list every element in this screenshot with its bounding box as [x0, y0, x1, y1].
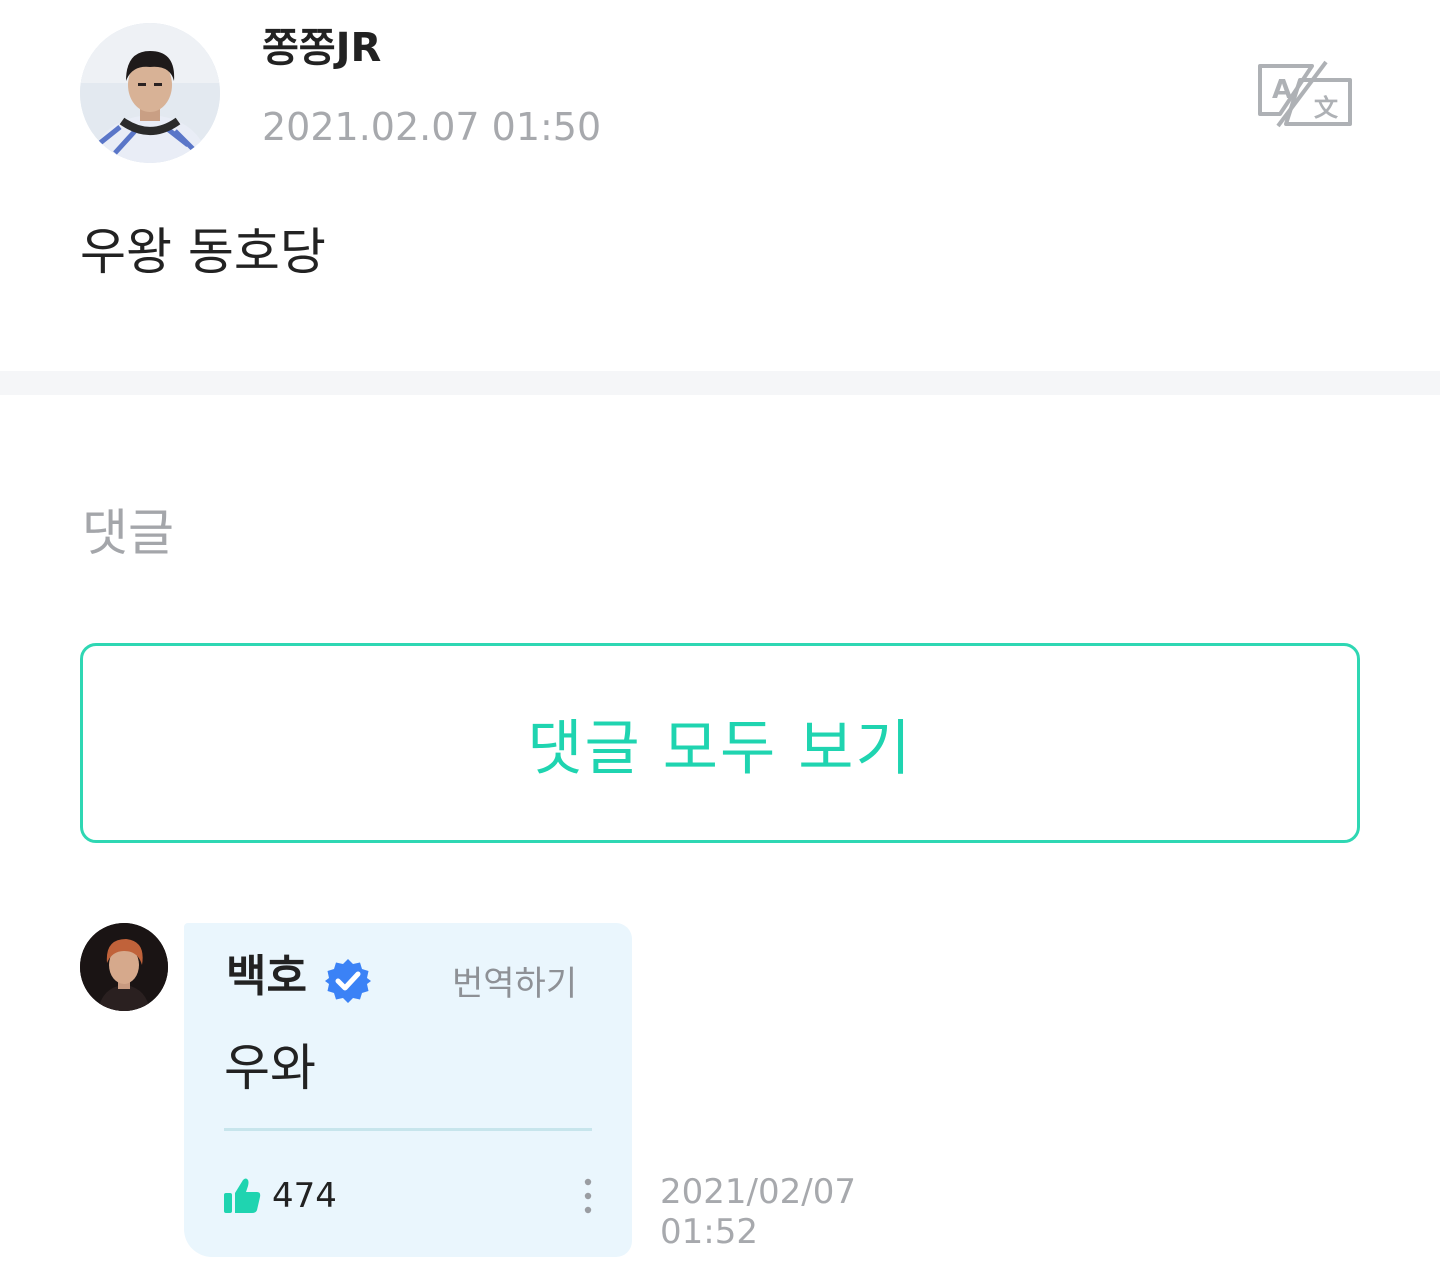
comment-time: 01:52	[660, 1212, 758, 1252]
comment-divider	[224, 1128, 592, 1131]
comment-text: 우와	[224, 1039, 316, 1097]
translate-icon[interactable]: A 文	[1256, 60, 1354, 128]
verified-badge-icon	[325, 959, 371, 1003]
post-body-text: 우왕 동호당	[80, 223, 326, 281]
view-all-comments-button[interactable]: 댓글 모두 보기	[80, 643, 1360, 843]
svg-text:A: A	[1272, 75, 1292, 105]
post-author-name[interactable]: 쫑쫑JR	[262, 24, 381, 72]
commenter-avatar[interactable]	[80, 923, 168, 1011]
post-timestamp: 2021.02.07 01:50	[262, 105, 602, 149]
view-all-comments-label: 댓글 모두 보기	[527, 713, 913, 784]
like-count: 474	[272, 1176, 337, 1216]
thumbs-up-icon[interactable]	[222, 1176, 262, 1216]
more-options-icon[interactable]	[576, 1176, 600, 1216]
commenter-name[interactable]: 백호	[226, 950, 307, 1004]
comments-heading: 댓글	[82, 504, 174, 562]
section-divider	[0, 371, 1440, 395]
post-author-avatar[interactable]	[80, 23, 220, 163]
avatar-photo	[80, 23, 220, 163]
comment-date: 2021/02/07	[660, 1172, 856, 1212]
translate-comment-link[interactable]: 번역하기	[452, 962, 577, 1006]
avatar-photo	[80, 923, 168, 1011]
svg-text:文: 文	[1314, 94, 1339, 122]
